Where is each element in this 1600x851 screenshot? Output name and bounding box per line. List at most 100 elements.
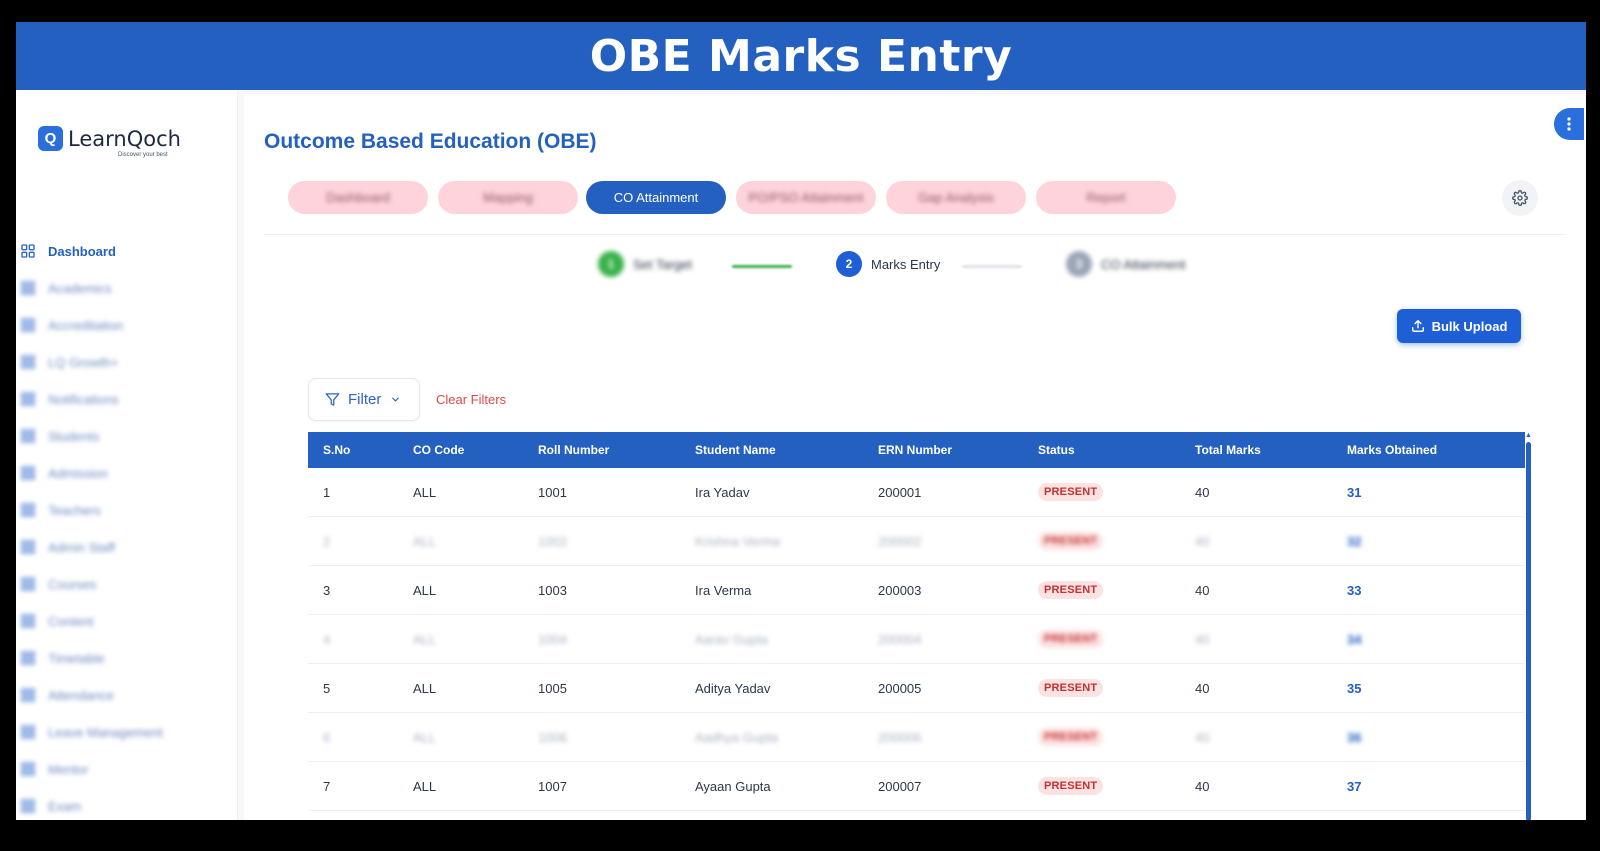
sidebar-item-label: LQ Growth+ (48, 354, 119, 370)
scroll-up-arrow-icon[interactable]: ▲ (1525, 432, 1532, 440)
cell-name: Aarav Gupta (695, 631, 768, 647)
cell-ern: 200007 (878, 778, 922, 794)
sidebar-item-label: Admission (48, 465, 108, 481)
cell-total: 40 (1195, 680, 1210, 696)
accreditation-icon (21, 318, 35, 332)
marks-obtained-value[interactable]: 34 (1347, 632, 1361, 647)
cell-roll: 1006 (538, 729, 567, 745)
header-status[interactable]: Status (1023, 443, 1180, 457)
tab-label: Gap Analysis (918, 190, 994, 205)
sidebar-item-label: Accreditation (48, 317, 124, 333)
sidebar-item-label: Mentor (48, 761, 89, 777)
cell-co: ALL (413, 631, 437, 647)
sidebar-item-admission[interactable]: Admission (20, 462, 108, 484)
tab-co-attainment[interactable]: CO Attainment (586, 181, 726, 214)
tab-gap-analysis[interactable]: Gap Analysis (886, 181, 1026, 214)
main-area: Outcome Based Education (OBE) Dashboard M… (238, 90, 1586, 820)
step-co-attainment[interactable]: 3 CO Attainment (1066, 251, 1186, 277)
more-options-button[interactable] (1554, 108, 1584, 140)
brand-name: LearnQoch (68, 126, 181, 151)
table-row[interactable]: 2 ALL 1002 Krishna Verma 200002 PRESENT 40 32 (308, 517, 1525, 566)
staff-icon (21, 540, 35, 554)
sidebar-item-mentor[interactable]: Mentor (20, 758, 88, 780)
sidebar-item-academics[interactable]: Academics (20, 277, 112, 299)
cell-sno: 7 (323, 778, 331, 794)
cell-sno: 5 (323, 680, 331, 696)
table-row[interactable]: 5 ALL 1005 Aditya Yadav 200005 PRESENT 40 35 (308, 664, 1525, 713)
sidebar: Q LearnQoch Discover your best Dashboard… (16, 90, 238, 820)
step-connector-done (732, 265, 792, 268)
header-total-marks[interactable]: Total Marks (1180, 443, 1332, 457)
status-badge: PRESENT (1038, 630, 1104, 648)
upload-icon (1411, 320, 1424, 332)
cell-obtained[interactable]: 31 (1332, 485, 1525, 500)
sidebar-item-dashboard[interactable]: Dashboard (20, 240, 116, 262)
sidebar-item-notifications[interactable]: Notifications (20, 388, 119, 410)
table-row[interactable]: 4 ALL 1004 Aarav Gupta 200004 PRESENT 40 34 (308, 615, 1525, 664)
exam-icon (21, 799, 35, 813)
settings-button[interactable] (1502, 180, 1538, 216)
step-connector-pending (962, 265, 1022, 268)
marks-obtained-value[interactable]: 35 (1347, 681, 1361, 696)
tab-report[interactable]: Report (1036, 181, 1176, 214)
step-set-target[interactable]: 1 Set Target (598, 251, 692, 277)
sidebar-item-attendance[interactable]: Attendance (20, 684, 114, 706)
table-row[interactable]: 7 ALL 1007 Ayaan Gupta 200007 PRESENT 40 37 (308, 762, 1525, 811)
sidebar-item-label: Teachers (48, 502, 101, 518)
leave-icon (21, 725, 35, 739)
cell-obtained[interactable]: 35 (1332, 681, 1525, 696)
marks-obtained-value[interactable]: 31 (1347, 485, 1361, 500)
sidebar-item-courses[interactable]: Courses (20, 573, 96, 595)
sidebar-item-lq-growth[interactable]: LQ Growth+ (20, 351, 118, 373)
header-sno[interactable]: S.No (308, 443, 398, 457)
step-number: 2 (836, 251, 862, 277)
bulk-upload-button[interactable]: Bulk Upload (1397, 309, 1521, 343)
sidebar-item-students[interactable]: Students (20, 425, 99, 447)
cell-obtained[interactable]: 34 (1332, 632, 1525, 647)
cell-obtained[interactable]: 36 (1332, 730, 1525, 745)
cell-status: PRESENT (1023, 777, 1180, 795)
header-marks-obtained[interactable]: Marks Obtained (1332, 443, 1525, 457)
marks-obtained-value[interactable]: 37 (1347, 779, 1361, 794)
sidebar-item-label: Content (48, 613, 94, 629)
filter-dropdown[interactable]: Filter (308, 378, 420, 421)
step-label: Marks Entry (871, 256, 941, 272)
header-ern-number[interactable]: ERN Number (863, 443, 1023, 457)
brand-logo[interactable]: Q LearnQoch (38, 126, 181, 151)
step-marks-entry[interactable]: 2 Marks Entry (836, 251, 940, 277)
gear-icon (1512, 190, 1528, 206)
cell-obtained[interactable]: 33 (1332, 583, 1525, 598)
header-roll-number[interactable]: Roll Number (523, 443, 680, 457)
tab-dashboard[interactable]: Dashboard (288, 181, 428, 214)
marks-obtained-value[interactable]: 32 (1347, 534, 1361, 549)
cell-total: 40 (1195, 778, 1210, 794)
sidebar-item-label: Attendance (48, 687, 114, 703)
sidebar-item-timetable[interactable]: Timetable (20, 647, 105, 669)
sidebar-item-teachers[interactable]: Teachers (20, 499, 101, 521)
tab-po-pso-attainment[interactable]: PO/PSO Attainment (736, 181, 876, 214)
tab-mapping[interactable]: Mapping (438, 181, 578, 214)
sidebar-item-admin-staff[interactable]: Admin Staff (20, 536, 115, 558)
cell-obtained[interactable]: 32 (1332, 534, 1525, 549)
sidebar-item-accreditation[interactable]: Accreditation (20, 314, 123, 336)
tab-label: Report (1086, 190, 1126, 205)
clear-filters-link[interactable]: Clear Filters (436, 392, 506, 407)
scrollbar-thumb[interactable] (1526, 442, 1531, 820)
table-scrollbar[interactable]: ▲ (1525, 432, 1532, 820)
sidebar-item-content[interactable]: Content (20, 610, 94, 632)
sidebar-item-leave-management[interactable]: Leave Management (20, 721, 163, 743)
header-student-name[interactable]: Student Name (680, 443, 863, 457)
marks-obtained-value[interactable]: 36 (1347, 730, 1361, 745)
table-row[interactable]: 1 ALL 1001 Ira Yadav 200001 PRESENT 40 31 (308, 468, 1525, 517)
cell-roll: 1004 (538, 631, 567, 647)
marks-obtained-value[interactable]: 33 (1347, 583, 1361, 598)
table-row[interactable]: 6 ALL 1006 Aadhya Gupta 200006 PRESENT 40 36 (308, 713, 1525, 762)
header-co-code[interactable]: CO Code (398, 443, 523, 457)
cell-sno: 3 (323, 582, 331, 598)
sidebar-item-exam[interactable]: Exam (20, 795, 81, 817)
cell-obtained[interactable]: 37 (1332, 779, 1525, 794)
table-row[interactable]: 3 ALL 1003 Ira Verma 200003 PRESENT 40 33 (308, 566, 1525, 615)
tab-label: Mapping (483, 190, 533, 205)
sidebar-item-label: Academics (48, 280, 112, 296)
cell-sno: 2 (323, 533, 331, 549)
